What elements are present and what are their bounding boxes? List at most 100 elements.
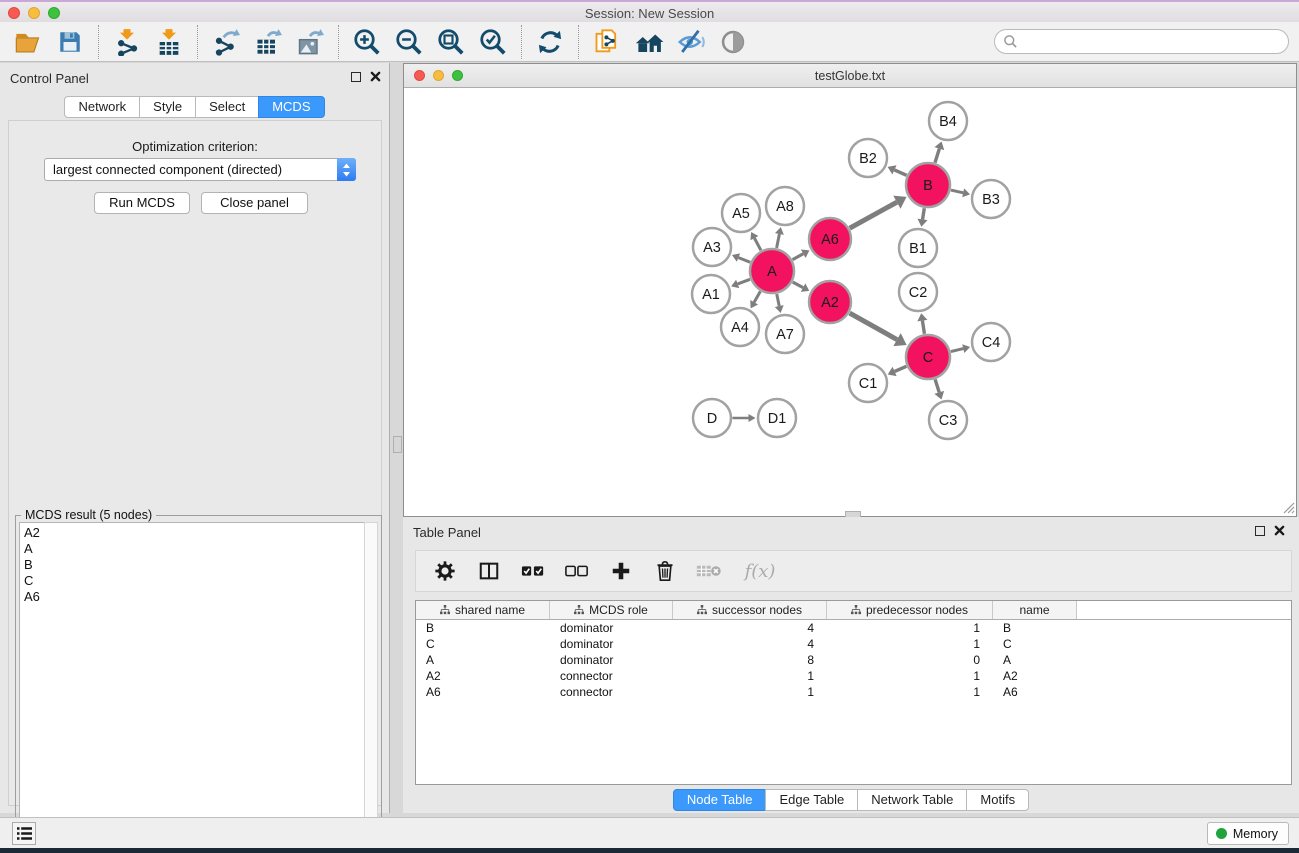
graph-node-C1[interactable]: C1: [849, 364, 887, 402]
mcds-result-item[interactable]: A6: [24, 589, 364, 605]
tab-select[interactable]: Select: [195, 96, 259, 118]
table-row[interactable]: Adominator80A: [416, 652, 1291, 668]
table-body[interactable]: Bdominator41BCdominator41CAdominator80AA…: [416, 620, 1291, 784]
graph-edge[interactable]: [951, 349, 963, 352]
graph-node-C3[interactable]: C3: [929, 401, 967, 439]
graph-edge[interactable]: [850, 202, 897, 228]
table-cell[interactable]: dominator: [550, 636, 673, 652]
tab-motifs[interactable]: Motifs: [966, 789, 1029, 811]
graph-node-B2[interactable]: B2: [849, 139, 887, 177]
table-cell[interactable]: 1: [827, 668, 993, 684]
table-cell[interactable]: A2: [416, 668, 550, 684]
graph-node-B4[interactable]: B4: [929, 102, 967, 140]
function-builder-button[interactable]: f(x): [736, 555, 784, 587]
table-cell[interactable]: connector: [550, 668, 673, 684]
table-cell[interactable]: A6: [416, 684, 550, 700]
col-mcds-role[interactable]: MCDS role: [550, 601, 673, 619]
close-panel-icon[interactable]: [370, 71, 381, 82]
save-session-button[interactable]: [52, 25, 88, 59]
table-cell[interactable]: A6: [993, 684, 1077, 700]
table-row[interactable]: A2connector11A2: [416, 668, 1291, 684]
table-cell[interactable]: [1077, 620, 1291, 636]
table-cell[interactable]: B: [993, 620, 1077, 636]
graph-edge[interactable]: [935, 379, 939, 392]
table-cell[interactable]: 0: [827, 652, 993, 668]
table-row[interactable]: A6connector11A6: [416, 684, 1291, 700]
graph-edge[interactable]: [793, 282, 803, 288]
table-cell[interactable]: B: [416, 620, 550, 636]
export-image-button[interactable]: [292, 25, 328, 59]
close-table-panel-icon[interactable]: [1274, 525, 1285, 536]
graph-edge[interactable]: [895, 366, 907, 371]
graph-edge[interactable]: [935, 149, 939, 163]
table-cell[interactable]: 1: [827, 684, 993, 700]
select-all-rows-button[interactable]: [516, 555, 550, 587]
delete-column-button[interactable]: [648, 555, 682, 587]
graph-node-A4[interactable]: A4: [721, 308, 759, 346]
table-row[interactable]: Bdominator41B: [416, 620, 1291, 636]
col-predecessor-nodes[interactable]: predecessor nodes: [827, 601, 993, 619]
graph-node-A3[interactable]: A3: [693, 228, 731, 266]
graph-node-B[interactable]: B: [906, 163, 950, 207]
mcds-result-item[interactable]: A2: [24, 525, 364, 541]
table-cell[interactable]: dominator: [550, 652, 673, 668]
col-shared-name[interactable]: shared name: [416, 601, 550, 619]
graph-node-A7[interactable]: A7: [766, 315, 804, 353]
add-column-button[interactable]: [604, 555, 638, 587]
graph-node-C4[interactable]: C4: [972, 323, 1010, 361]
network-window-titlebar[interactable]: testGlobe.txt: [404, 64, 1296, 88]
table-cell[interactable]: 1: [827, 620, 993, 636]
graph-edge[interactable]: [754, 291, 760, 302]
table-cell[interactable]: A: [416, 652, 550, 668]
graph-edge[interactable]: [738, 279, 750, 284]
tab-node-table[interactable]: Node Table: [673, 789, 767, 811]
graph-node-A8[interactable]: A8: [766, 187, 804, 225]
graph-edge[interactable]: [951, 190, 963, 193]
tab-network[interactable]: Network: [64, 96, 140, 118]
vertical-splitter-handle[interactable]: [393, 436, 402, 453]
run-mcds-button[interactable]: Run MCDS: [94, 192, 190, 214]
graph-node-D[interactable]: D: [693, 399, 731, 437]
delete-table-button[interactable]: [692, 555, 726, 587]
graph-node-C2[interactable]: C2: [899, 273, 937, 311]
float-panel-icon[interactable]: [351, 72, 361, 82]
table-cell[interactable]: 4: [673, 620, 827, 636]
table-cell[interactable]: 8: [673, 652, 827, 668]
refresh-layout-button[interactable]: [532, 25, 568, 59]
mcds-result-item[interactable]: B: [24, 557, 364, 573]
column-view-button[interactable]: [472, 555, 506, 587]
graph-node-B3[interactable]: B3: [972, 180, 1010, 218]
memory-button[interactable]: Memory: [1207, 822, 1289, 845]
hide-graphics-button[interactable]: [673, 25, 709, 59]
mcds-result-item[interactable]: C: [24, 573, 364, 589]
zoom-selected-button[interactable]: [475, 25, 511, 59]
zoom-fit-button[interactable]: [433, 25, 469, 59]
graph-node-A6[interactable]: A6: [809, 218, 851, 260]
zoom-out-button[interactable]: [391, 25, 427, 59]
table-cell[interactable]: C: [416, 636, 550, 652]
table-cell[interactable]: [1077, 668, 1291, 684]
import-table-button[interactable]: [151, 25, 187, 59]
import-network-button[interactable]: [109, 25, 145, 59]
tab-edge-table[interactable]: Edge Table: [765, 789, 858, 811]
search-field[interactable]: [994, 29, 1289, 54]
table-cell[interactable]: [1077, 684, 1291, 700]
table-cell[interactable]: dominator: [550, 620, 673, 636]
tab-network-table[interactable]: Network Table: [857, 789, 967, 811]
graph-edge[interactable]: [922, 321, 924, 334]
col-successor-nodes[interactable]: successor nodes: [673, 601, 827, 619]
table-cell[interactable]: C: [993, 636, 1077, 652]
graph-edge[interactable]: [738, 258, 750, 263]
graph-edge[interactable]: [850, 313, 897, 340]
open-file-button[interactable]: [10, 25, 46, 59]
graph-edge[interactable]: [923, 208, 925, 219]
tab-style[interactable]: Style: [139, 96, 196, 118]
table-cell[interactable]: [1077, 636, 1291, 652]
deselect-all-rows-button[interactable]: [560, 555, 594, 587]
table-cell[interactable]: 1: [673, 684, 827, 700]
mcds-result-item[interactable]: A: [24, 541, 364, 557]
mcds-result-list[interactable]: A2ABCA6: [19, 522, 364, 853]
table-cell[interactable]: A2: [993, 668, 1077, 684]
tab-mcds[interactable]: MCDS: [258, 96, 324, 118]
table-cell[interactable]: [1077, 652, 1291, 668]
